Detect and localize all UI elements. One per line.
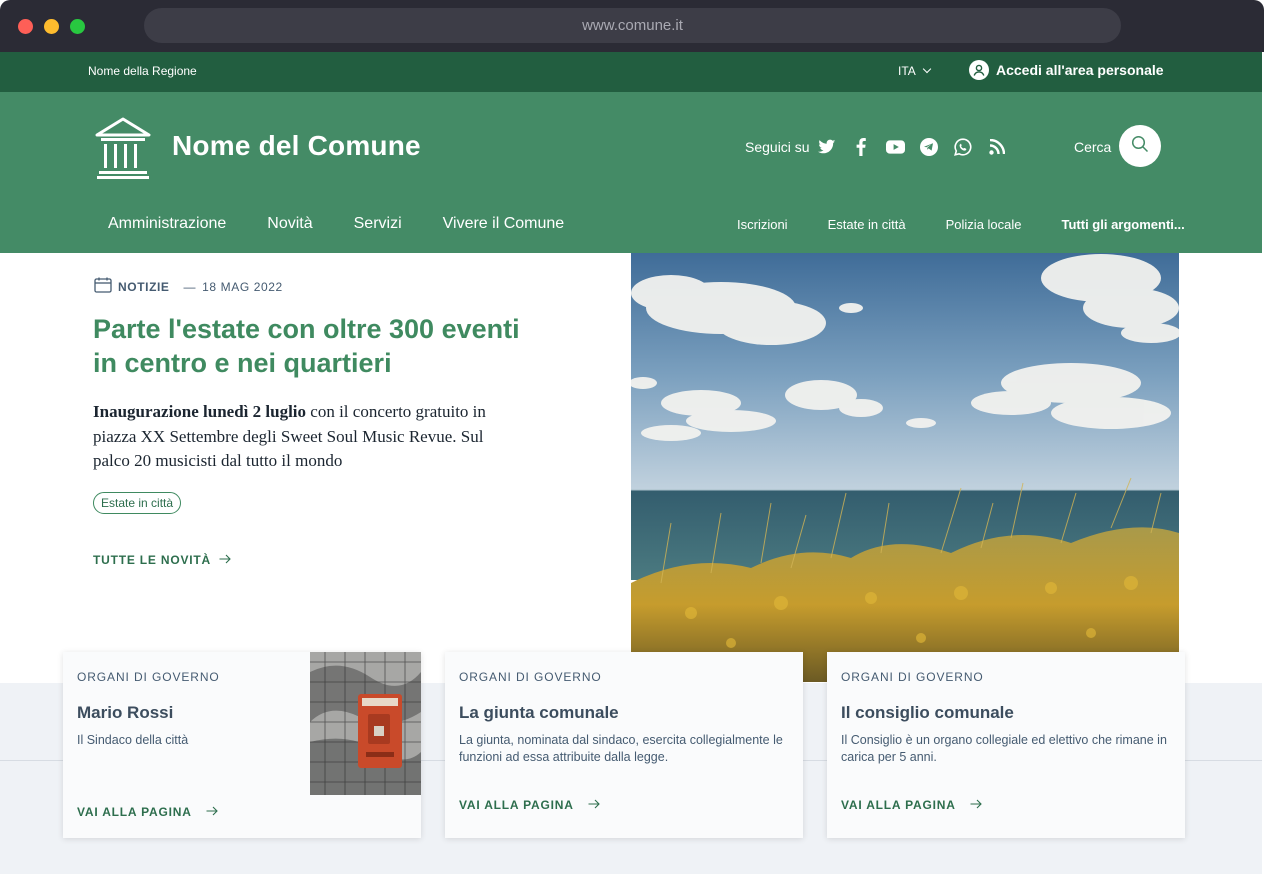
nav-item-novita[interactable]: Novità: [267, 215, 312, 233]
maximize-window-button[interactable]: [70, 19, 85, 34]
region-link[interactable]: Nome della Regione: [88, 64, 197, 78]
social-links: [817, 137, 1007, 157]
card-kicker[interactable]: ORGANI DI GOVERNO: [459, 670, 602, 684]
topic-chip[interactable]: Estate in città: [93, 492, 182, 514]
arrow-right-icon: [219, 553, 231, 567]
calendar-icon: [94, 277, 112, 296]
town-hall-icon[interactable]: [94, 116, 152, 185]
card-link-label: VAI ALLA PAGINA: [841, 798, 956, 812]
card-link[interactable]: VAI ALLA PAGINA: [459, 798, 600, 812]
nav-item-amministrazione[interactable]: Amministrazione: [108, 215, 226, 233]
site-name[interactable]: Nome del Comune: [172, 130, 421, 162]
arrow-right-icon: [970, 798, 982, 812]
card-title[interactable]: Mario Rossi: [77, 703, 173, 723]
topic-link-polizia-locale[interactable]: Polizia locale: [946, 217, 1022, 232]
search-button[interactable]: [1119, 125, 1161, 167]
follow-label: Seguici su: [745, 139, 810, 155]
card-title[interactable]: Il consiglio comunale: [841, 703, 1014, 723]
card-link[interactable]: VAI ALLA PAGINA: [77, 805, 218, 819]
all-news-link[interactable]: TUTTE LE NOVITÀ: [93, 553, 231, 567]
login-label: Accedi all'area personale: [996, 62, 1164, 78]
search-icon: [1131, 135, 1149, 158]
minimize-window-button[interactable]: [44, 19, 59, 34]
date-separator: —: [183, 279, 197, 294]
close-window-button[interactable]: [18, 19, 33, 34]
all-topics-link[interactable]: Tutti gli argomenti...: [1062, 217, 1185, 232]
card-consiglio[interactable]: ORGANI DI GOVERNO Il consiglio comunale …: [827, 652, 1185, 838]
rss-icon[interactable]: [987, 137, 1007, 157]
all-news-label: TUTTE LE NOVITÀ: [93, 553, 211, 567]
whatsapp-icon[interactable]: [953, 137, 973, 157]
category-label[interactable]: NOTIZIE: [118, 280, 170, 294]
card-thumbnail: [310, 652, 421, 795]
topic-link-estate-in-citta[interactable]: Estate in città: [828, 217, 906, 232]
address-bar[interactable]: www.comune.it: [144, 8, 1121, 43]
card-kicker[interactable]: ORGANI DI GOVERNO: [77, 670, 220, 684]
center-header: Nome del Comune Seguici su Cerca Amminis…: [0, 92, 1262, 253]
news-date: 18 MAG 2022: [202, 279, 283, 294]
twitter-icon[interactable]: [817, 137, 837, 157]
arrow-right-icon: [206, 805, 218, 819]
login-button[interactable]: Accedi all'area personale: [969, 60, 1164, 80]
browser-chrome: www.comune.it: [0, 0, 1264, 52]
chevron-down-icon: [922, 64, 932, 74]
main-navigation: Amministrazione Novità Servizi Vivere il…: [108, 215, 564, 233]
hero-image: [631, 253, 1179, 682]
topic-link-iscrizioni[interactable]: Iscrizioni: [737, 217, 788, 232]
youtube-icon[interactable]: [885, 137, 905, 157]
card-mayor[interactable]: ORGANI DI GOVERNO Mario Rossi Il Sindaco…: [63, 652, 421, 838]
telegram-icon[interactable]: [919, 137, 939, 157]
search-label: Cerca: [1074, 139, 1112, 155]
news-category: NOTIZIE — 18 MAG 2022: [94, 277, 283, 296]
card-giunta[interactable]: ORGANI DI GOVERNO La giunta comunale La …: [445, 652, 803, 838]
news-abstract-bold: Inaugurazione lunedì 2 luglio: [93, 402, 307, 421]
card-kicker[interactable]: ORGANI DI GOVERNO: [841, 670, 984, 684]
user-icon: [969, 60, 989, 80]
secondary-navigation: Iscrizioni Estate in città Polizia local…: [737, 217, 1185, 232]
nav-item-servizi[interactable]: Servizi: [354, 215, 402, 233]
news-abstract: Inaugurazione lunedì 2 luglio con il con…: [93, 400, 513, 474]
news-title[interactable]: Parte l'estate con oltre 300 eventi in c…: [93, 312, 523, 380]
card-description: La giunta, nominata dal sindaco, esercit…: [459, 733, 783, 764]
language-selector[interactable]: ITA: [898, 64, 932, 78]
card-link[interactable]: VAI ALLA PAGINA: [841, 798, 982, 812]
card-link-label: VAI ALLA PAGINA: [77, 805, 192, 819]
card-description: Il Sindaco della città: [77, 733, 189, 747]
nav-item-vivere-il-comune[interactable]: Vivere il Comune: [443, 215, 565, 233]
language-label: ITA: [898, 64, 916, 78]
card-link-label: VAI ALLA PAGINA: [459, 798, 574, 812]
facebook-icon[interactable]: [851, 137, 871, 157]
card-title[interactable]: La giunta comunale: [459, 703, 619, 723]
slim-header: Nome della Regione ITA Accedi all'area p…: [0, 52, 1262, 92]
card-description: Il Consiglio è un organo collegiale ed e…: [841, 733, 1167, 764]
arrow-right-icon: [588, 798, 600, 812]
